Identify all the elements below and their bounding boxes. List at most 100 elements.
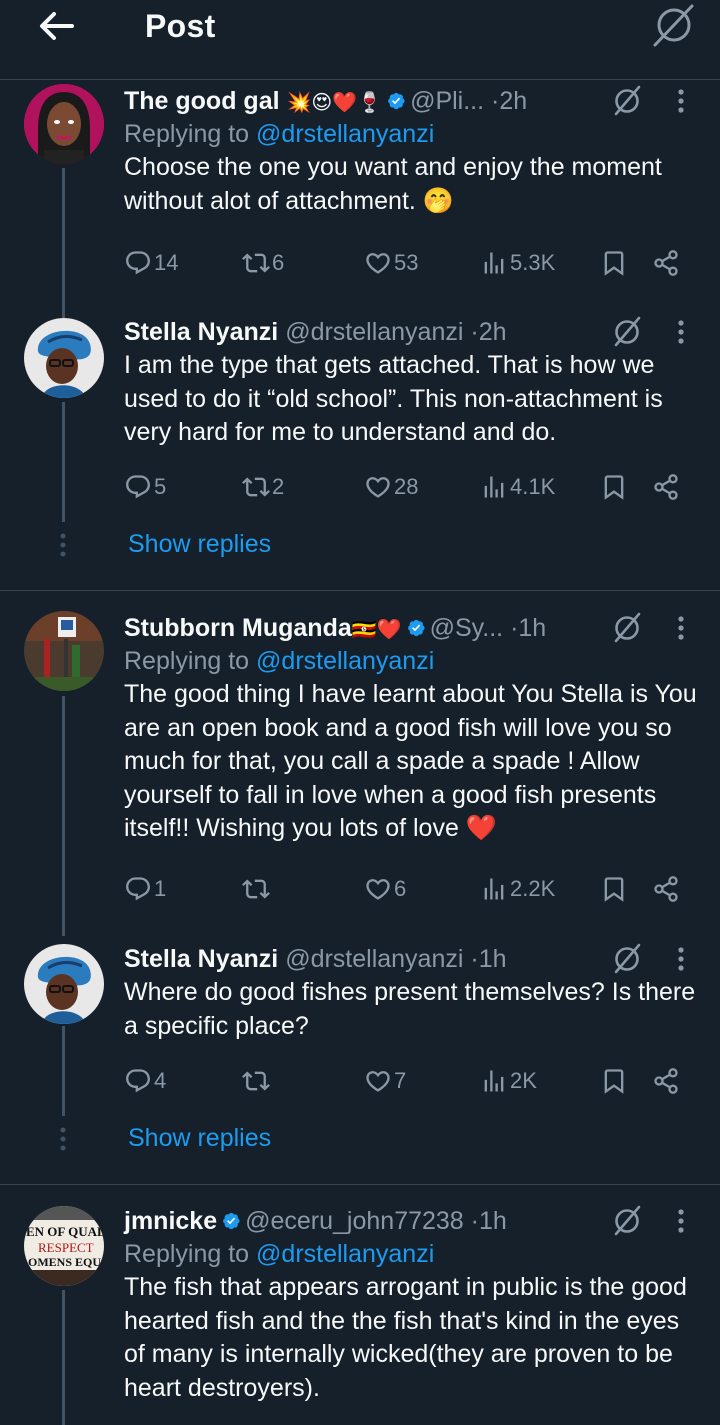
timestamp[interactable]: 1h: [479, 1207, 507, 1235]
bookmark-button[interactable]: [600, 469, 628, 505]
author-handle[interactable]: @drstellanyanzi: [285, 318, 463, 346]
repost-button[interactable]: [242, 1063, 272, 1099]
reply-button[interactable]: 5: [124, 469, 166, 505]
repost-button[interactable]: 6: [242, 245, 284, 281]
reply-count: 4: [154, 1068, 167, 1093]
avatar[interactable]: [24, 84, 104, 164]
share-icon: [652, 249, 680, 277]
bookmark-button[interactable]: [600, 245, 628, 281]
more-options-icon[interactable]: [666, 613, 696, 643]
reply-icon: [124, 1067, 152, 1095]
view-count: 4.1K: [510, 474, 556, 499]
more-options-icon[interactable]: [666, 86, 696, 116]
avatar-image: [24, 84, 104, 164]
timestamp[interactable]: 1h: [479, 945, 507, 973]
verified-badge-icon: [406, 618, 426, 638]
name-emojis: 🇺🇬❤️: [351, 619, 402, 641]
repost-button[interactable]: 2: [242, 469, 284, 505]
bookmark-button[interactable]: [600, 1063, 628, 1099]
like-button[interactable]: 6: [364, 871, 406, 907]
tweet-actions: 4 7 2K: [124, 1063, 684, 1099]
back-arrow-icon[interactable]: [36, 6, 76, 46]
like-button[interactable]: 7: [364, 1063, 406, 1099]
bookmark-button[interactable]: [600, 871, 628, 907]
thread-continuation-icon: [60, 533, 66, 557]
mention-link[interactable]: @drstellanyanzi: [256, 120, 434, 148]
more-options-icon[interactable]: [666, 944, 696, 974]
separator-dot: ·: [470, 945, 479, 973]
share-button[interactable]: [652, 1063, 680, 1099]
heart-icon: [364, 875, 392, 903]
views-button[interactable]: 2K: [480, 1063, 537, 1099]
mention-link[interactable]: @drstellanyanzi: [256, 1240, 434, 1268]
share-button[interactable]: [652, 469, 680, 505]
share-icon: [652, 875, 680, 903]
like-count: 28: [394, 474, 419, 499]
divider: [0, 1184, 720, 1185]
like-button[interactable]: 28: [364, 469, 418, 505]
grok-icon[interactable]: [610, 315, 644, 349]
timestamp[interactable]: 2h: [479, 318, 507, 346]
like-count: 7: [394, 1068, 407, 1093]
heart-icon: [364, 473, 392, 501]
views-button[interactable]: 5.3K: [480, 245, 555, 281]
grok-icon[interactable]: [610, 84, 644, 118]
divider: [0, 590, 720, 591]
author-name[interactable]: Stella Nyanzi: [124, 945, 278, 973]
author-handle[interactable]: @Pli...: [410, 87, 484, 115]
share-button[interactable]: [652, 245, 680, 281]
like-button[interactable]: 53: [364, 245, 418, 281]
replying-prefix: Replying to: [124, 647, 257, 675]
avatar[interactable]: [24, 944, 104, 1024]
tweet-text: I am the type that gets attached. That i…: [124, 351, 663, 446]
repost-icon: [242, 1067, 270, 1095]
replying-prefix: Replying to: [124, 1240, 257, 1268]
thread-line: [62, 402, 65, 522]
avatar[interactable]: [24, 611, 104, 691]
show-replies-link[interactable]: Show replies: [128, 530, 271, 559]
grok-icon[interactable]: [650, 2, 696, 48]
timestamp[interactable]: 2h: [499, 87, 527, 115]
reply-button[interactable]: 14: [124, 245, 178, 281]
author-name[interactable]: jmnicke: [124, 1207, 217, 1235]
verified-badge-icon: [221, 1211, 241, 1231]
repost-icon: [242, 875, 270, 903]
reply-button[interactable]: 4: [124, 1063, 166, 1099]
mention-link[interactable]: @drstellanyanzi: [256, 647, 434, 675]
analytics-icon: [480, 473, 508, 501]
more-options-icon[interactable]: [666, 317, 696, 347]
avatar-image: [24, 318, 104, 398]
grok-icon[interactable]: [610, 611, 644, 645]
grok-icon[interactable]: [610, 942, 644, 976]
page-title: Post: [145, 8, 216, 44]
bookmark-icon: [600, 1067, 628, 1095]
name-emojis: 💥😍❤️🍷: [286, 92, 383, 114]
tweet-actions: 5 2 28 4.1K: [124, 469, 684, 505]
avatar-image: EN OF QUAL RESPECT OMENS EQU: [24, 1206, 104, 1286]
separator-dot: ·: [470, 1207, 479, 1235]
share-button[interactable]: [652, 871, 680, 907]
show-replies-link[interactable]: Show replies: [128, 1124, 271, 1153]
author-name[interactable]: The good gal: [124, 87, 280, 115]
reply-count: 5: [154, 474, 167, 499]
avatar[interactable]: EN OF QUAL RESPECT OMENS EQU: [24, 1206, 104, 1286]
bookmark-icon: [600, 249, 628, 277]
reply-button[interactable]: 1: [124, 871, 166, 907]
thread-line: [62, 1026, 65, 1116]
timestamp[interactable]: 1h: [518, 614, 546, 642]
more-options-icon[interactable]: [666, 1206, 696, 1236]
reply-count: 1: [154, 876, 167, 901]
like-count: 6: [394, 876, 407, 901]
author-handle[interactable]: @eceru_john77238: [245, 1207, 464, 1235]
author-name[interactable]: Stubborn Muganda: [124, 614, 352, 642]
views-button[interactable]: 2.2K: [480, 871, 555, 907]
author-handle[interactable]: @Sy...: [430, 614, 504, 642]
author-handle[interactable]: @drstellanyanzi: [285, 945, 463, 973]
repost-button[interactable]: [242, 871, 272, 907]
avatar[interactable]: [24, 318, 104, 398]
views-button[interactable]: 4.1K: [480, 469, 555, 505]
grok-icon[interactable]: [610, 1204, 644, 1238]
author-name[interactable]: Stella Nyanzi: [124, 318, 278, 346]
bookmark-icon: [600, 875, 628, 903]
reply-icon: [124, 249, 152, 277]
